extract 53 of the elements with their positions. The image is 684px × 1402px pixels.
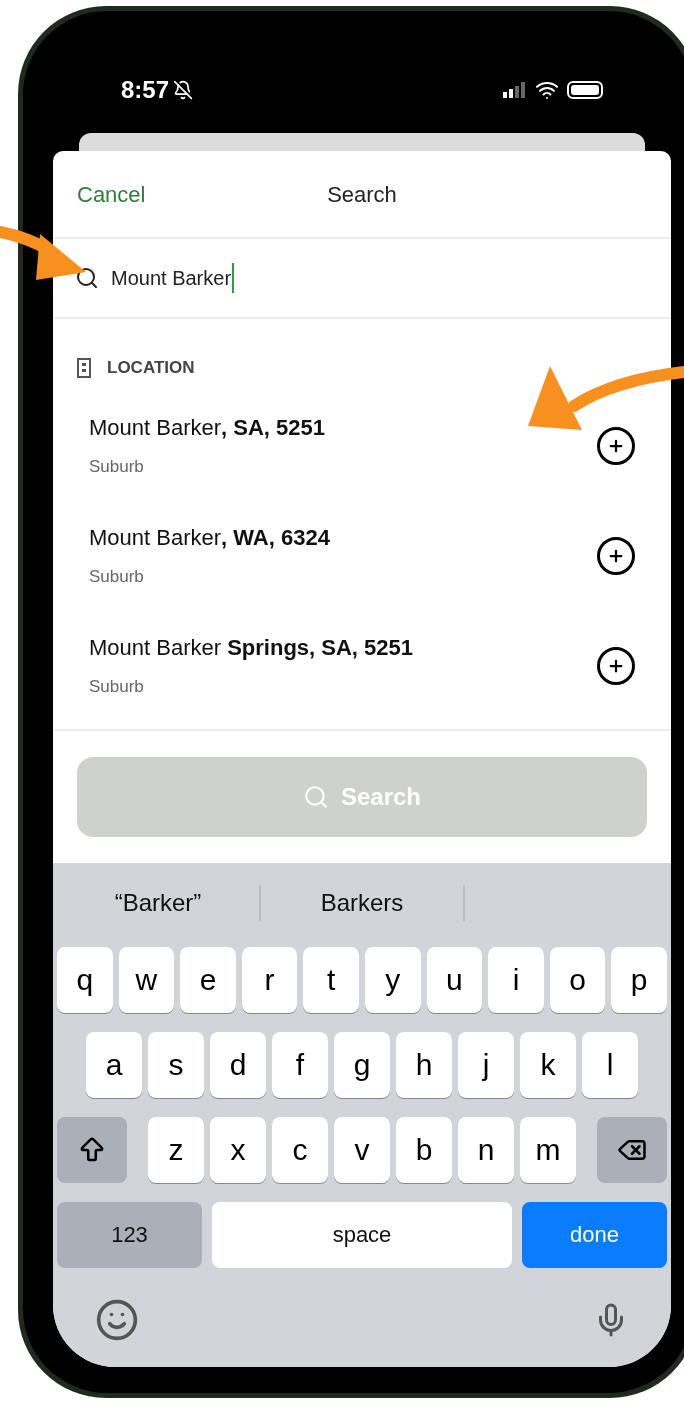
- space-key[interactable]: space: [212, 1201, 512, 1268]
- keyboard-key[interactable]: n: [458, 1116, 514, 1183]
- result-subtitle: Suburb: [89, 676, 145, 699]
- keyboard-key[interactable]: g: [334, 1031, 390, 1098]
- keyboard-key[interactable]: a: [86, 1031, 142, 1098]
- building-icon: [77, 357, 91, 378]
- add-button[interactable]: [597, 426, 635, 465]
- keyboard-key[interactable]: c: [272, 1116, 328, 1183]
- result-title[interactable]: Mount Barker Springs, SA, 5251: [89, 631, 414, 665]
- result-title[interactable]: Mount Barker, WA, 6324: [89, 521, 330, 555]
- keyboard-key[interactable]: e: [180, 946, 236, 1013]
- keyboard-key[interactable]: u: [426, 946, 483, 1013]
- section-label: LOCATION: [107, 357, 195, 379]
- search-icon: [75, 266, 99, 290]
- keyboard-key[interactable]: f: [272, 1031, 328, 1098]
- keyboard-key[interactable]: s: [148, 1031, 204, 1098]
- cancel-button[interactable]: Cancel: [77, 177, 146, 211]
- emoji-icon[interactable]: [95, 1297, 139, 1342]
- result-subtitle: Suburb: [89, 566, 145, 589]
- keyboard-key[interactable]: w: [118, 946, 175, 1013]
- keyboard-key[interactable]: z: [148, 1116, 204, 1183]
- keyboard-key[interactable]: r: [241, 946, 298, 1013]
- keyboard-key[interactable]: k: [520, 1031, 576, 1098]
- suggestion[interactable]: “Barker”: [114, 884, 202, 921]
- add-button[interactable]: [597, 646, 635, 685]
- keyboard-key[interactable]: p: [611, 946, 667, 1013]
- keyboard-key[interactable]: v: [334, 1116, 390, 1183]
- keyboard-key[interactable]: o: [549, 946, 606, 1013]
- keyboard-key[interactable]: b: [396, 1116, 452, 1183]
- keyboard-key[interactable]: t: [303, 946, 359, 1013]
- done-key[interactable]: done: [522, 1201, 667, 1268]
- keyboard-key[interactable]: q: [57, 946, 113, 1013]
- shift-key[interactable]: [57, 1116, 127, 1183]
- suggestion[interactable]: Barkers: [320, 884, 404, 921]
- sheet-title: Search: [327, 180, 397, 209]
- keyboard-key[interactable]: i: [488, 946, 544, 1013]
- delete-key[interactable]: [597, 1116, 667, 1183]
- search-icon: [302, 783, 329, 810]
- signal-icon: [503, 82, 527, 98]
- keyboard-key[interactable]: j: [458, 1031, 514, 1098]
- result-subtitle: Suburb: [89, 456, 145, 479]
- keyboard-key[interactable]: m: [520, 1116, 576, 1183]
- status-time: 8:57: [121, 75, 170, 105]
- add-button[interactable]: [597, 536, 635, 575]
- battery-icon: [567, 81, 603, 99]
- result-title[interactable]: Mount Barker, SA, 5251: [89, 411, 325, 445]
- keyboard-key[interactable]: x: [210, 1116, 266, 1183]
- keyboard-key[interactable]: h: [396, 1031, 452, 1098]
- numbers-key[interactable]: 123: [57, 1201, 202, 1268]
- keyboard-key[interactable]: y: [365, 946, 421, 1013]
- keyboard-key[interactable]: l: [582, 1031, 638, 1098]
- bell-off-icon: [173, 80, 194, 100]
- keyboard-key[interactable]: d: [210, 1031, 266, 1098]
